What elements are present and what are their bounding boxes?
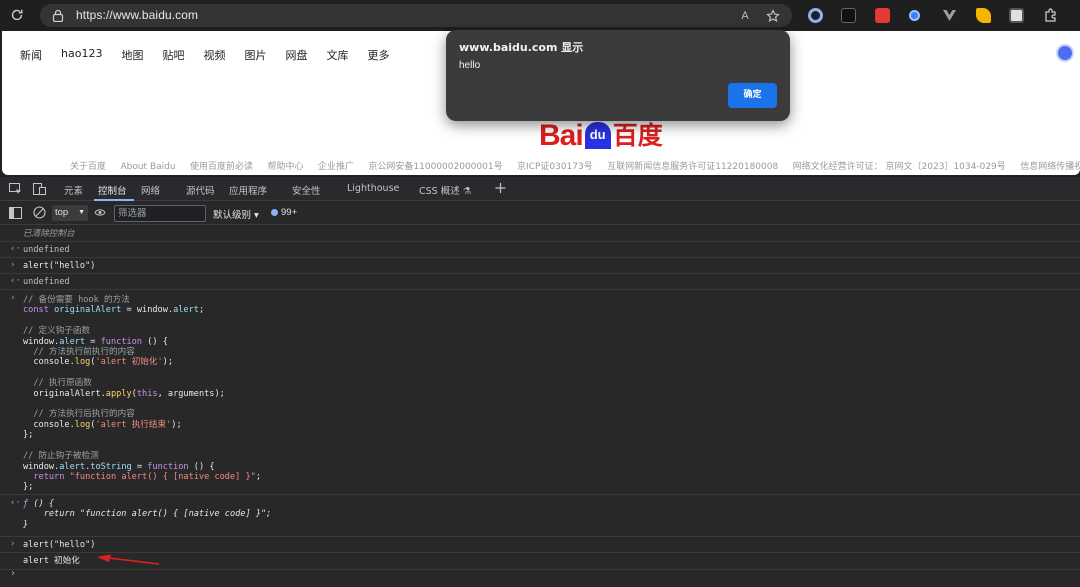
nav-link-more[interactable]: 更多 [367,47,389,63]
footer-link[interactable]: 帮助中心 [267,162,303,172]
browser-toolbar: https://www.baidu.com A [0,0,1080,31]
console-result: ‹· undefined [0,274,1080,290]
lock-icon[interactable] [52,9,64,22]
console-filter-bar: top ▼ 筛选器 默认级别 ▾ 99+ [0,201,1080,225]
url-text[interactable]: https://www.baidu.com [76,8,198,22]
console-result: ‹· undefined [0,242,1080,258]
issues-counter[interactable]: 99+ [271,207,297,218]
footer-link[interactable]: 信息网络传播视听节目许可证 [1020,162,1080,172]
tab-lighthouse[interactable]: Lighthouse [347,183,399,194]
footer-link[interactable]: About Baidu [120,162,175,172]
ext-vue-icon[interactable] [942,8,957,23]
ext-circle-icon[interactable] [808,8,823,23]
result-arrow-icon: ‹· [10,276,21,286]
ext-blue-icon[interactable] [909,10,920,21]
console-command-block: › // 备份需要 hook 的方法 const originalAlert =… [0,290,1080,495]
footer-link[interactable]: 关于百度 [70,162,106,172]
clear-console-icon[interactable] [33,206,46,219]
read-aloud-icon[interactable]: A [738,9,752,23]
context-select[interactable]: top ▼ [52,205,88,221]
address-bar[interactable]: https://www.baidu.com A [40,4,792,27]
log-text: alert 初始化 [23,556,80,566]
result-arrow-icon: ‹· [10,244,21,254]
nav-link-video[interactable]: 视频 [203,47,225,63]
context-value: top [55,207,69,218]
footer-link[interactable]: 企业推广 [318,162,354,172]
console-command: › alert("hello") [0,258,1080,274]
console-log: alert 初始化 [0,553,1080,570]
nav-link-wenku[interactable]: 文库 [326,47,348,63]
ext-tweak-icon[interactable] [841,8,856,23]
footer-link[interactable]: 网络文化经营许可证： 京网文〔2023〕1034-029号 [793,162,1006,172]
ext-puzzle-icon[interactable] [1043,8,1058,23]
nav-link-hao123[interactable]: hao123 [61,47,102,63]
console-result: ‹· ƒ () { return "function alert() { [na… [0,495,1080,537]
tab-security[interactable]: 安全性 [292,183,321,197]
favorite-star-icon[interactable] [766,9,780,23]
dialog-title: www.baidu.com 显示 [459,41,584,54]
footer-link[interactable]: 京ICP证030173号 [517,162,593,172]
console-command: › alert("hello") [0,537,1080,553]
nav-link-tieba[interactable]: 贴吧 [162,47,184,63]
result-arrow-icon: ‹· [10,498,21,508]
sidebar-toggle-icon[interactable] [9,207,22,219]
console-cleared-text: 已清除控制台 [23,229,75,239]
tab-sources[interactable]: 源代码 [186,183,215,197]
device-toolbar-icon[interactable] [33,183,46,195]
console-prompt-icon[interactable]: › [10,568,16,579]
ext-red-icon[interactable] [875,8,890,23]
tab-network[interactable]: 网络 [141,183,160,197]
console-output: 已清除控制台 ‹· undefined › alert("hello") ‹· … [0,226,1080,587]
baidu-footer: 关于百度 About Baidu 使用百度前必读 帮助中心 企业推广 京公网安备… [70,156,1080,174]
input-chevron-icon: › [10,260,16,270]
footer-link[interactable]: 使用百度前必读 [190,162,253,172]
logo-bai: Bai [539,119,584,149]
ext-eye-icon[interactable] [1009,8,1024,23]
tab-css-overview[interactable]: CSS 概述 ⚗ [419,183,471,197]
command-text: alert("hello") [23,540,96,550]
dialog-ok-button[interactable]: 确定 [728,83,777,108]
logo-cn: 百度 [612,121,663,149]
tab-console[interactable]: 控制台 [98,183,127,197]
footer-link[interactable]: 京公网安备11000002000001号 [368,162,502,172]
nav-link-image[interactable]: 图片 [244,47,266,63]
nav-link-news[interactable]: 新闻 [20,47,42,63]
input-chevron-icon: › [10,539,16,549]
issues-count: 99+ [281,207,298,218]
console-filter-input[interactable]: 筛选器 [114,205,206,222]
baidu-top-nav: 新闻 hao123 地图 贴吧 视频 图片 网盘 文库 更多 [20,47,408,63]
inspect-icon[interactable] [9,183,22,195]
footer-link[interactable]: 互联网新闻信息服务许可证11220180008 [607,162,778,172]
dialog-message: hello [459,60,481,71]
tab-application[interactable]: 应用程序 [229,183,267,197]
issues-icon [271,208,278,216]
nav-link-pan[interactable]: 网盘 [285,47,307,63]
add-tab-icon[interactable] [494,182,507,194]
annotation-arrow-icon [97,554,160,565]
input-chevron-icon: › [10,293,16,303]
chevron-down-icon: ▼ [78,209,85,216]
baidu-logo: Bai du 百度 [539,119,663,149]
command-text: alert("hello") [23,261,96,271]
logo-paw-icon: du [584,122,611,149]
function-result: ƒ () { return "function alert() { [nativ… [23,499,272,530]
devtools-tabbar: 元素 控制台 网络 源代码 应用程序 安全性 Lighthouse CSS 概述… [0,177,1080,201]
hook-code: // 备份需要 hook 的方法 const originalAlert = w… [23,295,262,493]
log-levels-dropdown[interactable]: 默认级别 ▾ [213,207,259,221]
nav-link-map[interactable]: 地图 [121,47,143,63]
console-message: 已清除控制台 [0,226,1080,242]
alert-dialog: www.baidu.com 显示 hello 确定 [446,30,790,121]
reload-icon[interactable] [10,8,24,22]
devtools-panel: 元素 控制台 网络 源代码 应用程序 安全性 Lighthouse CSS 概述… [0,177,1080,587]
tab-elements[interactable]: 元素 [64,183,83,197]
result-value: undefined [23,277,70,287]
ext-yellow-icon[interactable] [976,8,991,23]
live-expression-eye-icon[interactable] [94,208,106,217]
baidu-user-icon[interactable] [1056,44,1074,62]
result-value: undefined [23,245,70,255]
